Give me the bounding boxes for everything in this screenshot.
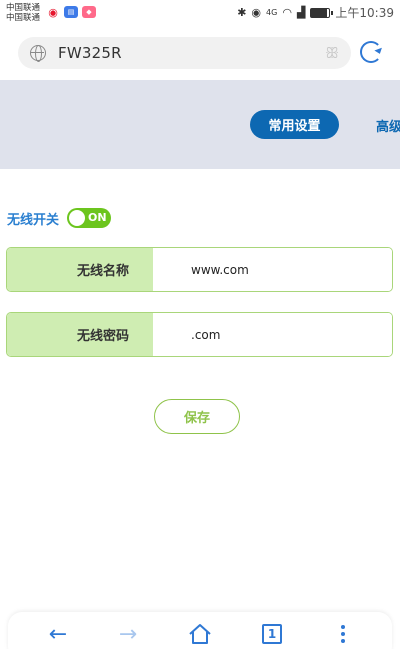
address-bar[interactable]: FW325R ꕥ	[18, 37, 351, 69]
ssid-row: 无线名称	[6, 247, 393, 292]
carrier-2: 中国联通	[6, 13, 41, 23]
battery-icon	[310, 7, 334, 18]
ssid-label: 无线名称	[7, 248, 153, 291]
browser-header: FW325R ꕥ	[0, 28, 400, 80]
save-button[interactable]: 保存	[154, 399, 240, 434]
eye-icon: ◉	[251, 6, 262, 19]
news-app-icon: ▤	[64, 6, 78, 18]
tab-advanced-settings[interactable]: 高级	[376, 116, 400, 135]
carrier-1: 中国联通	[6, 3, 41, 13]
refresh-icon[interactable]	[360, 41, 382, 63]
home-icon[interactable]	[185, 620, 215, 648]
footprint-icon[interactable]: ꕥ	[325, 44, 339, 62]
password-label: 无线密码	[7, 313, 153, 356]
bluetooth-icon: ✱	[237, 6, 247, 19]
home-icon-svg	[189, 624, 211, 644]
tabs-button[interactable]: 1	[257, 620, 287, 648]
back-icon[interactable]: ←	[43, 620, 73, 648]
url-text[interactable]: FW325R	[58, 44, 122, 62]
password-row: 无线密码	[6, 312, 393, 357]
wireless-switch-row: 无线开关 ON	[7, 208, 112, 228]
signal-icon: ▟	[296, 6, 306, 19]
forward-icon[interactable]: →	[113, 620, 143, 648]
status-right: ✱ ◉ 4G ◠ ▟ 上午10:39	[237, 4, 394, 21]
tab-common-settings[interactable]: 常用设置	[250, 110, 339, 139]
settings-banner: 常用设置 高级	[0, 80, 400, 169]
menu-icon[interactable]	[328, 620, 358, 648]
tab-count: 1	[262, 624, 282, 644]
wifi-icon: ◠	[282, 6, 292, 19]
ssid-input[interactable]	[153, 248, 392, 291]
network-type: 4G	[266, 8, 278, 17]
weibo-icon: ◉	[46, 6, 60, 19]
globe-icon	[30, 45, 46, 62]
kebab-dots	[341, 625, 345, 643]
battery-fill	[311, 8, 327, 17]
status-bar: 中国联通 中国联通 ◉ ▤ ◆ ✱ ◉ 4G ◠ ▟ 上午10:39	[0, 0, 400, 28]
carrier-info: 中国联通 中国联通	[6, 3, 40, 23]
notification-icons: ◉ ▤ ◆	[46, 6, 96, 19]
wireless-switch-label: 无线开关	[7, 212, 60, 228]
toggle-state: ON	[88, 211, 107, 224]
wireless-toggle[interactable]: ON	[67, 208, 112, 228]
toggle-knob	[69, 210, 86, 226]
browser-toolbar: ← → 1	[8, 612, 392, 649]
app-icon: ◆	[82, 6, 96, 18]
status-time: 上午10:39	[335, 6, 394, 20]
password-input[interactable]	[153, 313, 392, 356]
